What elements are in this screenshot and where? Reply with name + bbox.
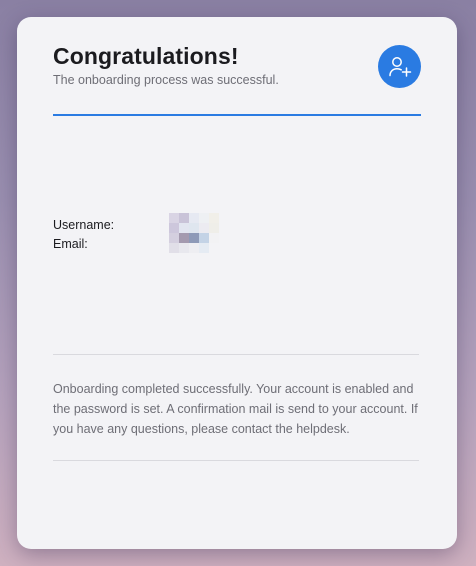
header-divider: [53, 114, 421, 116]
content-divider-top: [53, 354, 419, 355]
add-user-icon: [387, 54, 413, 80]
page-subtitle: The onboarding process was successful.: [53, 73, 279, 87]
page-title: Congratulations!: [53, 43, 239, 69]
content-divider-bottom: [53, 460, 419, 461]
email-row: Email:: [53, 234, 169, 253]
email-label: Email:: [53, 236, 88, 251]
redacted-account-values: [169, 213, 245, 257]
onboarding-card: Congratulations! The onboarding process …: [17, 17, 457, 549]
account-info: Username: Email:: [53, 215, 169, 253]
add-user-button[interactable]: [378, 45, 421, 88]
username-label: Username:: [53, 217, 115, 232]
status-message: Onboarding completed successfully. Your …: [53, 382, 418, 436]
username-row: Username:: [53, 215, 169, 234]
